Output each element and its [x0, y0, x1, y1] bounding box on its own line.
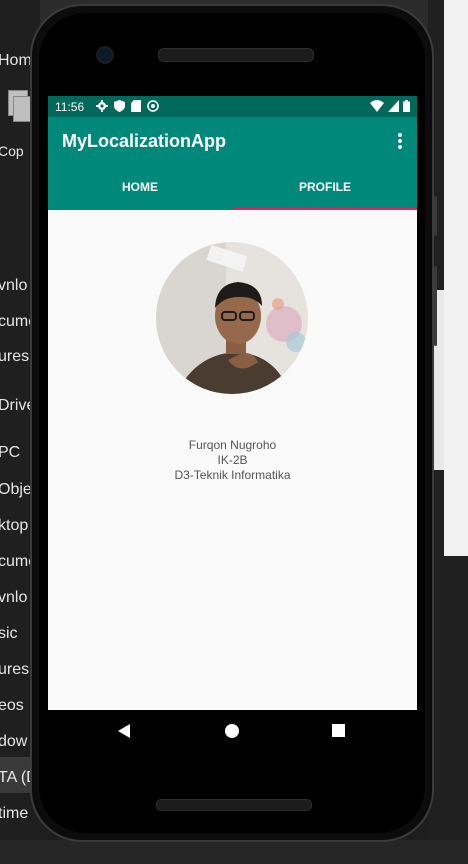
sidebar-item[interactable]: time [0, 805, 28, 823]
profile-program: D3-Teknik Informatika [174, 468, 291, 482]
recents-icon[interactable] [332, 724, 345, 737]
tab-profile[interactable]: PROFILE [233, 165, 417, 210]
status-time: 11:56 [55, 100, 85, 114]
app-bar: MyLocalizationApp [48, 117, 417, 165]
sidebar-item[interactable]: eos [0, 697, 24, 715]
power-button[interactable] [434, 196, 437, 236]
app-title: MyLocalizationApp [62, 131, 227, 151]
shield-icon [114, 100, 125, 112]
bottom-speaker [156, 799, 312, 811]
sidebar-item[interactable]: sic [0, 625, 18, 643]
sd-card-icon [131, 100, 141, 112]
cell-signal-icon [388, 100, 399, 112]
back-icon[interactable] [118, 724, 130, 738]
front-camera [96, 46, 114, 64]
sidebar-item[interactable]: ures [0, 348, 29, 366]
copy-icon[interactable] [6, 90, 33, 124]
sidebar-item[interactable]: ktop [0, 517, 28, 535]
more-vert-icon[interactable] [397, 133, 403, 149]
navigation-bar [48, 710, 417, 754]
volume-button[interactable] [434, 266, 437, 346]
settings-icon [96, 100, 108, 112]
sidebar-item[interactable]: PC [0, 444, 20, 462]
profile-name: Furqon Nugroho [188, 438, 277, 452]
sidebar-item[interactable]: dow [0, 733, 27, 751]
tab-bar: HOME PROFILE [48, 165, 417, 210]
profile-class: IK-2B [217, 453, 248, 467]
desktop-taskbar [0, 840, 468, 864]
earpiece-speaker [158, 48, 314, 62]
sync-icon [147, 100, 159, 112]
battery-icon [403, 100, 410, 112]
explorer-tab-home[interactable]: Hom [0, 52, 32, 70]
app-screen: 11:56 MyLocalizationApp HOME PROFILE Fur… [48, 96, 417, 710]
sidebar-item[interactable]: vnlo [0, 277, 27, 295]
status-bar: 11:56 [48, 96, 417, 117]
wifi-icon [370, 100, 384, 112]
tab-home[interactable]: HOME [48, 165, 232, 210]
sidebar-item[interactable]: ures [0, 661, 29, 679]
tab-indicator [233, 208, 417, 210]
copy-label: Cop [0, 143, 24, 159]
sidebar-item[interactable]: vnlo [0, 589, 27, 607]
profile-photo [156, 242, 308, 394]
sidebar-item[interactable]: Obje [0, 481, 32, 499]
desktop-right-panel [444, 0, 468, 556]
home-icon[interactable] [225, 724, 239, 738]
profile-info: Furqon Nugroho IK-2B D3-Teknik Informati… [48, 438, 417, 483]
